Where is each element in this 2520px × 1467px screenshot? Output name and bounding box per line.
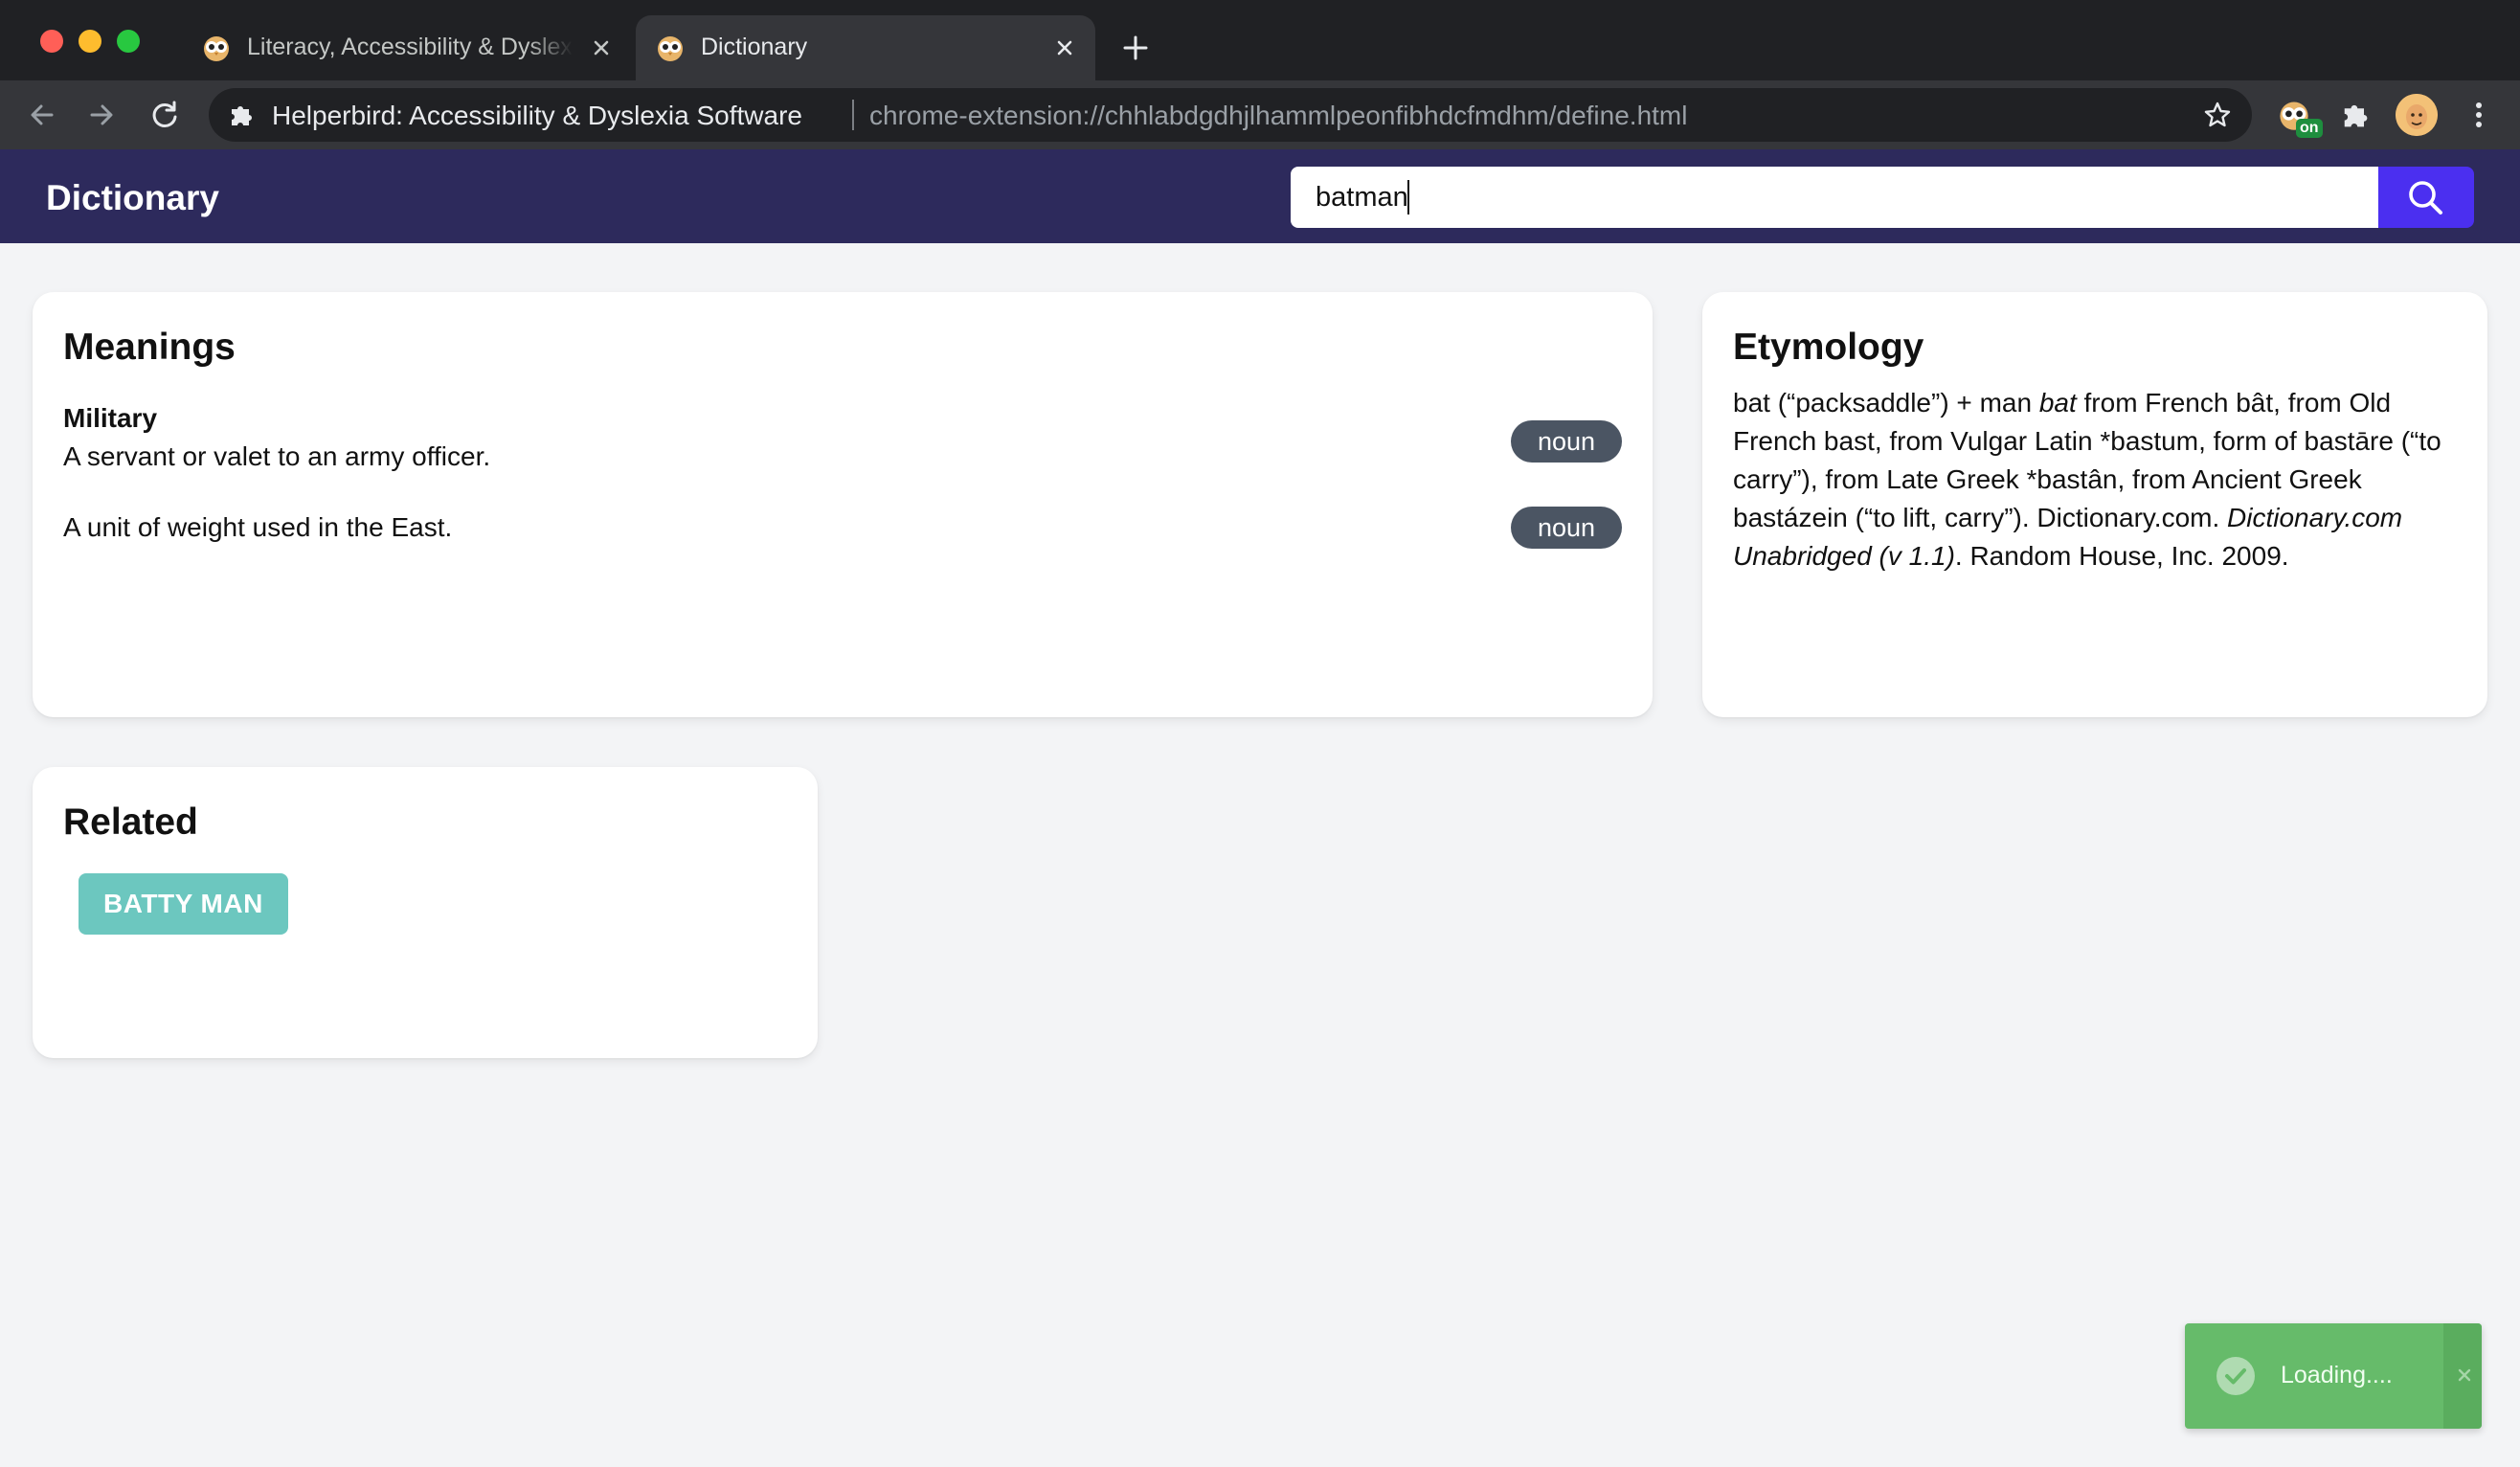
page-title: Dictionary (46, 178, 219, 217)
site-name: Helperbird: Accessibility & Dyslexia Sof… (272, 101, 802, 130)
part-of-speech-badge: noun (1511, 420, 1622, 463)
text-caret (1407, 180, 1409, 214)
meanings-card: Meanings Military A servant or valet to … (33, 292, 1653, 717)
etymology-title: Etymology (1733, 327, 1924, 368)
meaning-item: Military A servant or valet to an army o… (63, 399, 1622, 476)
extension-puzzle-icon (232, 106, 252, 125)
close-icon[interactable] (1051, 34, 1078, 61)
helperbird-extension-button[interactable]: on (2277, 98, 2323, 140)
browser-tab-strip: Literacy, Accessibility & Dyslexia Softw… (0, 0, 2520, 80)
bookmark-star-icon[interactable] (2202, 100, 2233, 130)
close-icon[interactable] (588, 34, 615, 61)
app-header: Dictionary (0, 149, 2520, 243)
tab-title: Dictionary (701, 34, 808, 60)
url-text: chrome-extension://chhlabdgdhjlhammlpeon… (869, 101, 1688, 130)
search-button[interactable] (2378, 167, 2474, 228)
reload-icon[interactable] (147, 98, 182, 132)
close-window-button[interactable] (40, 30, 63, 53)
avatar-face-icon (2396, 94, 2438, 136)
minimize-window-button[interactable] (79, 30, 101, 53)
helperbird-owl-icon (658, 36, 683, 61)
helperbird-owl-icon (204, 36, 229, 61)
address-bar[interactable]: Helperbird: Accessibility & Dyslexia Sof… (209, 88, 2252, 142)
extension-on-badge: on (2296, 119, 2323, 138)
meaning-category: Military (63, 403, 158, 433)
etymology-text-part: . Random House, Inc. 2009. (1954, 541, 2289, 571)
meaning-item: A unit of weight used in the East. noun (63, 507, 1622, 549)
etymology-text: bat (“packsaddle”) + man bat from French… (1733, 384, 2461, 576)
toast-message: Loading.... (2281, 1362, 2393, 1388)
tab-dictionary[interactable]: Dictionary (636, 15, 1095, 80)
extensions-puzzle-icon[interactable] (2338, 98, 2373, 132)
etymology-text-italic: bat (2038, 388, 2077, 418)
related-word-chip[interactable]: BATTY MAN (79, 873, 288, 935)
check-circle-icon (2216, 1357, 2255, 1395)
back-arrow-icon[interactable] (25, 98, 59, 132)
loading-toast: Loading.... (2185, 1323, 2482, 1429)
tab-literacy-accessibility[interactable]: Literacy, Accessibility & Dyslexia Softw… (182, 15, 632, 80)
tab-title: Literacy, Accessibility & Dyslexia Softw… (247, 34, 573, 60)
close-icon[interactable] (2451, 1362, 2478, 1388)
browser-toolbar: Helperbird: Accessibility & Dyslexia Sof… (0, 80, 2520, 149)
profile-avatar[interactable] (2396, 94, 2438, 136)
etymology-card: Etymology bat (“packsaddle”) + man bat f… (1702, 292, 2487, 717)
related-card: Related BATTY MAN (33, 767, 818, 1058)
address-divider (852, 100, 854, 130)
search-icon (2409, 181, 2442, 214)
etymology-text-part: bat (“packsaddle”) + man (1733, 388, 2039, 418)
part-of-speech-badge: noun (1511, 507, 1622, 549)
forward-arrow-icon[interactable] (84, 98, 119, 132)
meaning-definition: A servant or valet to an army officer. (63, 441, 491, 471)
meanings-title: Meanings (63, 327, 236, 368)
zoom-window-button[interactable] (117, 30, 140, 53)
new-tab-plus-icon[interactable] (1118, 31, 1153, 65)
browser-menu-icon[interactable] (2464, 98, 2493, 132)
meaning-definition: A unit of weight used in the East. (63, 512, 453, 542)
related-title: Related (63, 801, 198, 843)
search-input[interactable] (1291, 167, 2378, 228)
